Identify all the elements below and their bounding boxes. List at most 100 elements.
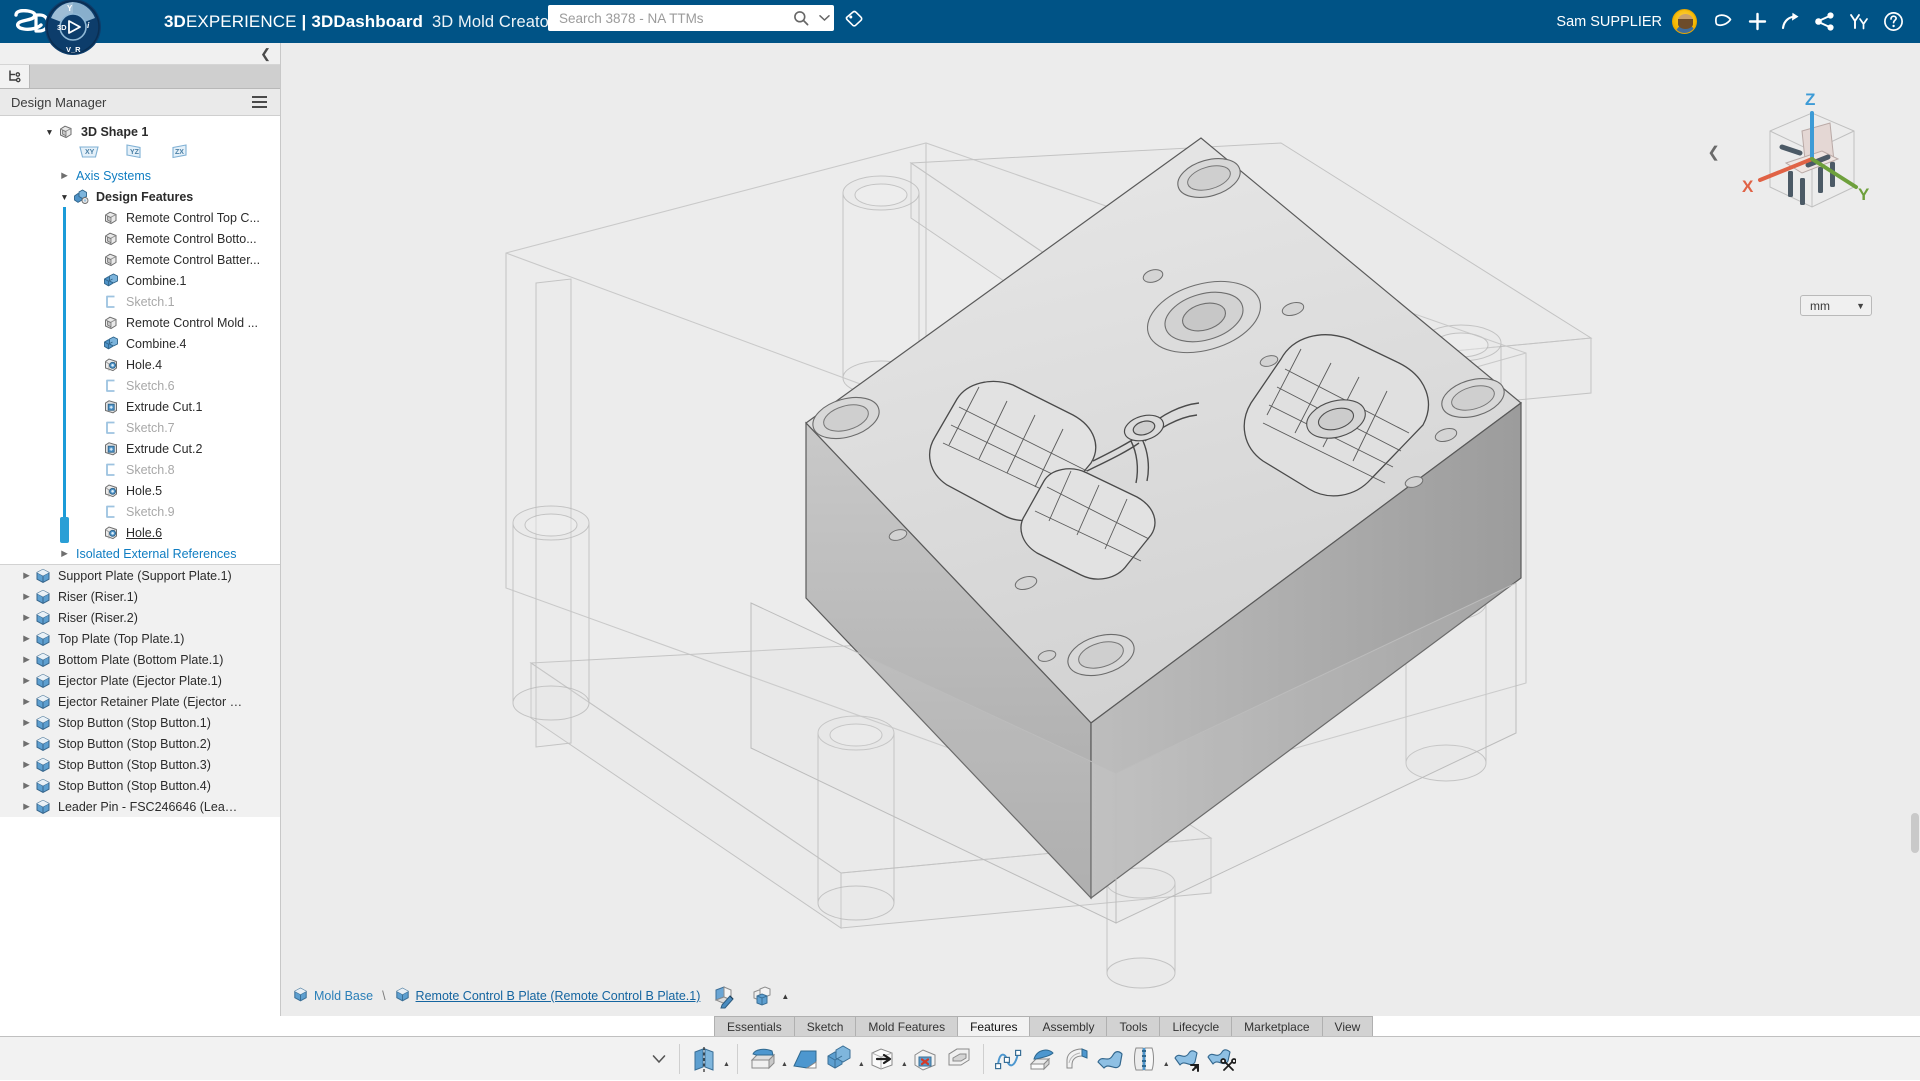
tab-view[interactable]: View — [1322, 1016, 1374, 1036]
chevron-down-icon[interactable]: ▼ — [43, 121, 56, 142]
delete-face-icon[interactable] — [908, 1039, 942, 1079]
3d-viewport[interactable]: ❮ Z X Y — [281, 43, 1920, 1016]
tree-item-feature[interactable]: Hole.4 — [0, 354, 280, 375]
plane-xy-icon[interactable]: XY — [78, 143, 100, 165]
tree-item-feature[interactable]: Remote Control Mold ... — [0, 312, 280, 333]
current-feature-marker[interactable] — [60, 517, 69, 543]
chevron-right-icon[interactable]: ▶ — [20, 649, 33, 670]
plane-yz-icon[interactable]: YZ — [123, 143, 145, 165]
chevron-right-icon[interactable]: ▶ — [58, 543, 71, 564]
hamburger-menu-icon[interactable] — [249, 93, 270, 111]
tree-item-component[interactable]: ▶Stop Button (Stop Button.1) — [0, 712, 280, 733]
pad-icon[interactable] — [745, 1039, 779, 1079]
chevron-right-icon[interactable]: ▶ — [20, 670, 33, 691]
tree-item-feature[interactable]: Sketch.1 — [0, 291, 280, 312]
tree-item-feature[interactable]: Extrude Cut.2 — [0, 438, 280, 459]
tree-item-feature[interactable]: Combine.1 — [0, 270, 280, 291]
tree-item-feature[interactable]: Sketch.9 — [0, 501, 280, 522]
tree-item-isolated-refs[interactable]: ▶Isolated External References — [0, 543, 280, 564]
tree-item-feature[interactable]: Combine.4 — [0, 333, 280, 354]
join-dropdown-caret[interactable]: ▲ — [1163, 1061, 1170, 1068]
tree-item-component[interactable]: ▶Top Plate (Top Plate.1) — [0, 628, 280, 649]
help-icon[interactable] — [1876, 0, 1910, 43]
tab-tools[interactable]: Tools — [1106, 1016, 1159, 1036]
chevron-right-icon[interactable]: ▶ — [58, 165, 71, 186]
3d-compass[interactable]: 3D i Y V_R — [42, 0, 104, 58]
viewport-collapse-chevron-left-icon[interactable]: ❮ — [1707, 143, 1720, 161]
tab-marketplace[interactable]: Marketplace — [1231, 1016, 1321, 1036]
chevron-right-icon[interactable]: ▶ — [20, 691, 33, 712]
tree-item-component[interactable]: ▶Leader Pin - FSC246646 (Leader... — [0, 796, 280, 817]
breadcrumb-item-b-plate[interactable]: Remote Control B Plate (Remote Control B… — [395, 987, 701, 1005]
loft-icon[interactable] — [1025, 1039, 1059, 1079]
translate-body-icon[interactable] — [865, 1039, 899, 1079]
tree-item-component[interactable]: ▶Stop Button (Stop Button.3) — [0, 754, 280, 775]
toolbar-collapse-chevron-down-icon[interactable] — [646, 1037, 672, 1081]
chevron-right-icon[interactable]: ▶ — [20, 796, 33, 817]
share-arrow-icon[interactable] — [1774, 0, 1808, 43]
tree-item-feature[interactable]: Remote Control Top C... — [0, 207, 280, 228]
view-orientation-cube[interactable]: Z X Y — [1726, 83, 1896, 243]
sweep-icon[interactable] — [1059, 1039, 1093, 1079]
tree-item-axis-systems[interactable]: ▶Axis Systems — [0, 165, 280, 186]
collaboration-icon[interactable] — [1842, 0, 1876, 43]
tab-sketch[interactable]: Sketch — [794, 1016, 856, 1036]
combine-dropdown-caret[interactable]: ▲ — [858, 1061, 865, 1068]
tree-item-feature[interactable]: Sketch.6 — [0, 375, 280, 396]
chevron-right-icon[interactable]: ▶ — [20, 586, 33, 607]
chevron-right-icon[interactable]: ▶ — [20, 754, 33, 775]
avatar[interactable] — [1672, 9, 1697, 34]
tree-structure-icon[interactable] — [0, 65, 30, 88]
caret-up-icon[interactable]: ▲ — [781, 992, 789, 1001]
tree-item-feature[interactable]: Remote Control Botto... — [0, 228, 280, 249]
search-icon[interactable] — [788, 5, 814, 31]
user-name[interactable]: Sam SUPPLIER — [1556, 14, 1662, 30]
fill-surface-icon[interactable] — [1093, 1039, 1127, 1079]
shell-icon[interactable] — [942, 1039, 976, 1079]
tree-item-design-features[interactable]: ▼Design Features — [0, 186, 280, 207]
breadcrumb-item-mold-base[interactable]: Mold Base — [293, 987, 373, 1005]
tree-item-feature[interactable]: Extrude Cut.1 — [0, 396, 280, 417]
tree-item-component[interactable]: ▶Ejector Retainer Plate (Ejector Re... — [0, 691, 280, 712]
tab-features[interactable]: Features — [957, 1016, 1029, 1036]
mirror-dropdown-caret[interactable]: ▲ — [723, 1061, 730, 1068]
spline-icon[interactable] — [991, 1039, 1025, 1079]
tree-item-feature[interactable]: Sketch.8 — [0, 459, 280, 480]
tab-assembly[interactable]: Assembly — [1029, 1016, 1106, 1036]
tab-lifecycle[interactable]: Lifecycle — [1159, 1016, 1231, 1036]
mirror-icon[interactable] — [687, 1039, 721, 1079]
extrapolate-icon[interactable] — [1170, 1039, 1204, 1079]
tree-item-feature[interactable]: Hole.6 — [0, 522, 280, 543]
pad-dropdown-caret[interactable]: ▲ — [781, 1061, 788, 1068]
mold-base-3d-model[interactable] — [281, 43, 1920, 1016]
tree-scroll-area[interactable]: ▼3D Shape 1XYYZZX▶Axis Systems▼Design Fe… — [0, 116, 280, 1016]
combine-bodies-icon[interactable] — [822, 1039, 856, 1079]
bookmark-icon[interactable] — [1706, 0, 1740, 43]
edit-part-icon[interactable] — [710, 982, 738, 1010]
tag-icon[interactable] — [842, 7, 866, 31]
tab-mold-features[interactable]: Mold Features — [855, 1016, 957, 1036]
search-chevron-down-icon[interactable] — [814, 5, 834, 31]
translate-dropdown-caret[interactable]: ▲ — [901, 1061, 908, 1068]
tree-item-feature[interactable]: Hole.5 — [0, 480, 280, 501]
tree-item-component[interactable]: ▶Riser (Riser.2) — [0, 607, 280, 628]
chevron-down-icon[interactable]: ▼ — [58, 186, 71, 207]
chevron-right-icon[interactable]: ▶ — [20, 565, 33, 586]
tree-item-component[interactable]: ▶Bottom Plate (Bottom Plate.1) — [0, 649, 280, 670]
join-icon[interactable] — [1127, 1039, 1161, 1079]
chevron-right-icon[interactable]: ▶ — [20, 607, 33, 628]
chevron-right-icon[interactable]: ▶ — [20, 712, 33, 733]
chevron-right-icon[interactable]: ▶ — [20, 733, 33, 754]
tree-item-component[interactable]: ▶Riser (Riser.1) — [0, 586, 280, 607]
search-input[interactable] — [548, 11, 788, 26]
split-icon[interactable] — [1204, 1039, 1238, 1079]
viewport-scrollbar[interactable] — [1911, 813, 1919, 853]
tree-item-feature[interactable]: Remote Control Batter... — [0, 249, 280, 270]
plus-icon[interactable] — [1740, 0, 1774, 43]
plane-zx-icon[interactable]: ZX — [168, 143, 190, 165]
tree-item-component[interactable]: ▶Support Plate (Support Plate.1) — [0, 565, 280, 586]
tree-item-component[interactable]: ▶Ejector Plate (Ejector Plate.1) — [0, 670, 280, 691]
unit-dropdown[interactable]: mm ▼ — [1800, 295, 1872, 316]
tab-essentials[interactable]: Essentials — [714, 1016, 794, 1036]
share-network-icon[interactable] — [1808, 0, 1842, 43]
